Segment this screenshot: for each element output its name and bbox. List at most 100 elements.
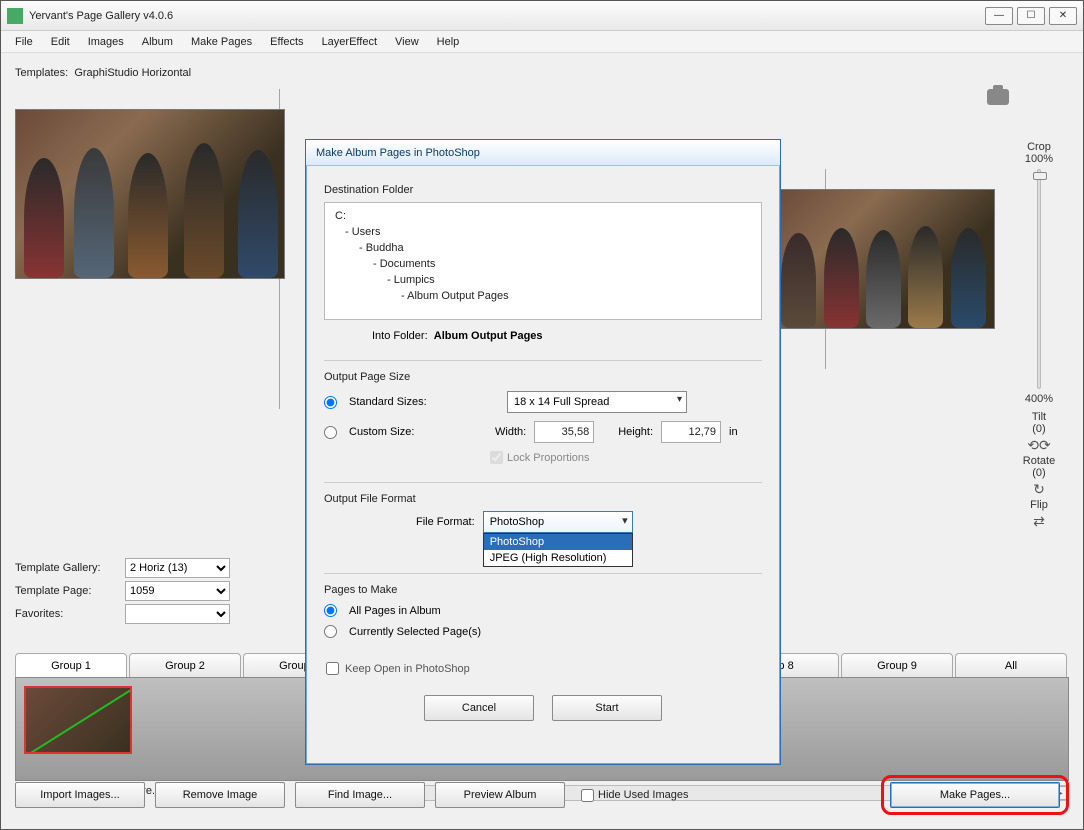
destination-folder-label: Destination Folder — [324, 184, 762, 196]
pages-to-make-label: Pages to Make — [324, 584, 762, 596]
standard-sizes-radio[interactable] — [324, 396, 337, 409]
folder-node[interactable]: C: — [335, 209, 751, 225]
folder-node[interactable]: - Buddha — [335, 241, 751, 257]
standard-sizes-label: Standard Sizes: — [349, 396, 459, 408]
template-gallery-select[interactable]: 2 Horiz (13) — [125, 558, 230, 578]
app-window: Yervant's Page Gallery v4.0.6 — ☐ ✕ File… — [0, 0, 1084, 830]
height-label: Height: — [618, 426, 653, 438]
keep-open-checkbox[interactable] — [326, 662, 339, 675]
menu-album[interactable]: Album — [134, 34, 181, 50]
hide-used-label: Hide Used Images — [598, 789, 689, 801]
tilt-label: Tilt — [1011, 411, 1067, 423]
rotate-icon[interactable]: ↻ — [1027, 481, 1051, 497]
lock-proportions-checkbox — [490, 451, 503, 464]
preview-album-button[interactable]: Preview Album — [435, 782, 565, 808]
hide-used-checkbox[interactable]: Hide Used Images — [581, 789, 689, 802]
find-image-button[interactable]: Find Image... — [295, 782, 425, 808]
menu-view[interactable]: View — [387, 34, 427, 50]
folder-tree[interactable]: C: - Users - Buddha - Documents - Lumpic… — [324, 202, 762, 320]
menu-effects[interactable]: Effects — [262, 34, 311, 50]
file-format-select[interactable]: PhotoShop PhotoShop JPEG (High Resolutio… — [483, 511, 633, 533]
titlebar: Yervant's Page Gallery v4.0.6 — ☐ ✕ — [1, 1, 1083, 31]
menu-help[interactable]: Help — [429, 34, 468, 50]
all-pages-radio[interactable] — [324, 604, 337, 617]
into-folder-label: Into Folder: — [372, 330, 428, 342]
favorites-label: Favorites: — [15, 608, 125, 620]
slider-thumb[interactable] — [1033, 172, 1047, 180]
used-marker-icon — [26, 688, 130, 752]
folder-node[interactable]: - Lumpics — [335, 273, 751, 289]
page-photo-left[interactable] — [15, 109, 285, 279]
templates-label-row: Templates: GraphiStudio Horizontal — [15, 61, 1069, 85]
lock-proportions-label: Lock Proportions — [507, 452, 590, 464]
rotate-value: (0) — [1011, 467, 1067, 479]
template-page-select[interactable]: 1059 — [125, 581, 230, 601]
template-page-label: Template Page: — [15, 585, 125, 597]
height-input[interactable] — [661, 421, 721, 443]
close-button[interactable]: ✕ — [1049, 7, 1077, 25]
flip-label: Flip — [1011, 499, 1067, 511]
menu-file[interactable]: File — [7, 34, 41, 50]
thumbnail-used[interactable] — [24, 686, 132, 754]
folder-node[interactable]: - Users — [335, 225, 751, 241]
zoom-400: 400% — [1011, 393, 1067, 405]
menu-edit[interactable]: Edit — [43, 34, 78, 50]
selected-pages-label: Currently Selected Page(s) — [349, 626, 481, 638]
crop-value: 100% — [1011, 153, 1067, 165]
tab-group-2[interactable]: Group 2 — [129, 653, 241, 677]
start-button[interactable]: Start — [552, 695, 662, 721]
page-photo-right[interactable] — [775, 189, 995, 329]
folder-node[interactable]: - Album Output Pages — [335, 289, 751, 305]
template-selectors: Template Gallery: 2 Horiz (13) Template … — [15, 555, 230, 627]
keep-open-label: Keep Open in PhotoShop — [345, 663, 470, 675]
tilt-value: (0) — [1011, 423, 1067, 435]
menu-make-pages[interactable]: Make Pages — [183, 34, 260, 50]
into-folder-row: Into Folder: Album Output Pages — [372, 330, 762, 342]
menubar: File Edit Images Album Make Pages Effect… — [1, 31, 1083, 53]
custom-size-label: Custom Size: — [349, 426, 459, 438]
make-album-dialog: Make Album Pages in PhotoShop Destinatio… — [305, 139, 781, 765]
bottom-toolbar: Import Images... Remove Image Find Image… — [15, 775, 1069, 815]
template-gallery-label: Template Gallery: — [15, 562, 125, 574]
standard-sizes-select[interactable]: 18 x 14 Full Spread — [507, 391, 687, 413]
flip-icon[interactable]: ⇄ — [1027, 513, 1051, 529]
make-pages-highlight: Make Pages... — [881, 775, 1069, 815]
dialog-title: Make Album Pages in PhotoShop — [306, 140, 780, 166]
minimize-button[interactable]: — — [985, 7, 1013, 25]
templates-value: GraphiStudio Horizontal — [74, 67, 191, 79]
file-format-option-photoshop[interactable]: PhotoShop — [484, 534, 632, 550]
menu-layereffect[interactable]: LayerEffect — [314, 34, 385, 50]
camera-icon[interactable] — [987, 89, 1009, 105]
output-size-label: Output Page Size — [324, 371, 762, 383]
custom-size-radio[interactable] — [324, 426, 337, 439]
rotate-label: Rotate — [1011, 455, 1067, 467]
cancel-button[interactable]: Cancel — [424, 695, 534, 721]
file-format-label: File Format: — [416, 516, 475, 528]
file-format-option-jpeg[interactable]: JPEG (High Resolution) — [484, 550, 632, 566]
tab-all[interactable]: All — [955, 653, 1067, 677]
width-input[interactable] — [534, 421, 594, 443]
window-title: Yervant's Page Gallery v4.0.6 — [29, 10, 985, 22]
menu-images[interactable]: Images — [80, 34, 132, 50]
right-controls: Crop 100% 400% Tilt (0) ⟲⟳ Rotate (0) ↻ … — [1011, 141, 1067, 531]
templates-label: Templates: — [15, 67, 68, 79]
folder-node[interactable]: - Documents — [335, 257, 751, 273]
crop-label: Crop — [1011, 141, 1067, 153]
favorites-select[interactable] — [125, 604, 230, 624]
selected-pages-radio[interactable] — [324, 625, 337, 638]
make-pages-button[interactable]: Make Pages... — [890, 782, 1060, 808]
hide-used-input[interactable] — [581, 789, 594, 802]
crop-slider[interactable] — [1037, 169, 1041, 389]
file-format-dropdown: PhotoShop JPEG (High Resolution) — [483, 533, 633, 567]
all-pages-label: All Pages in Album — [349, 605, 441, 617]
tab-group-9[interactable]: Group 9 — [841, 653, 953, 677]
output-format-label: Output File Format — [324, 493, 762, 505]
unit-label: in — [729, 426, 738, 438]
width-label: Width: — [495, 426, 526, 438]
maximize-button[interactable]: ☐ — [1017, 7, 1045, 25]
import-images-button[interactable]: Import Images... — [15, 782, 145, 808]
app-icon — [7, 8, 23, 24]
remove-image-button[interactable]: Remove Image — [155, 782, 285, 808]
tilt-icon[interactable]: ⟲⟳ — [1027, 437, 1051, 453]
tab-group-1[interactable]: Group 1 — [15, 653, 127, 677]
